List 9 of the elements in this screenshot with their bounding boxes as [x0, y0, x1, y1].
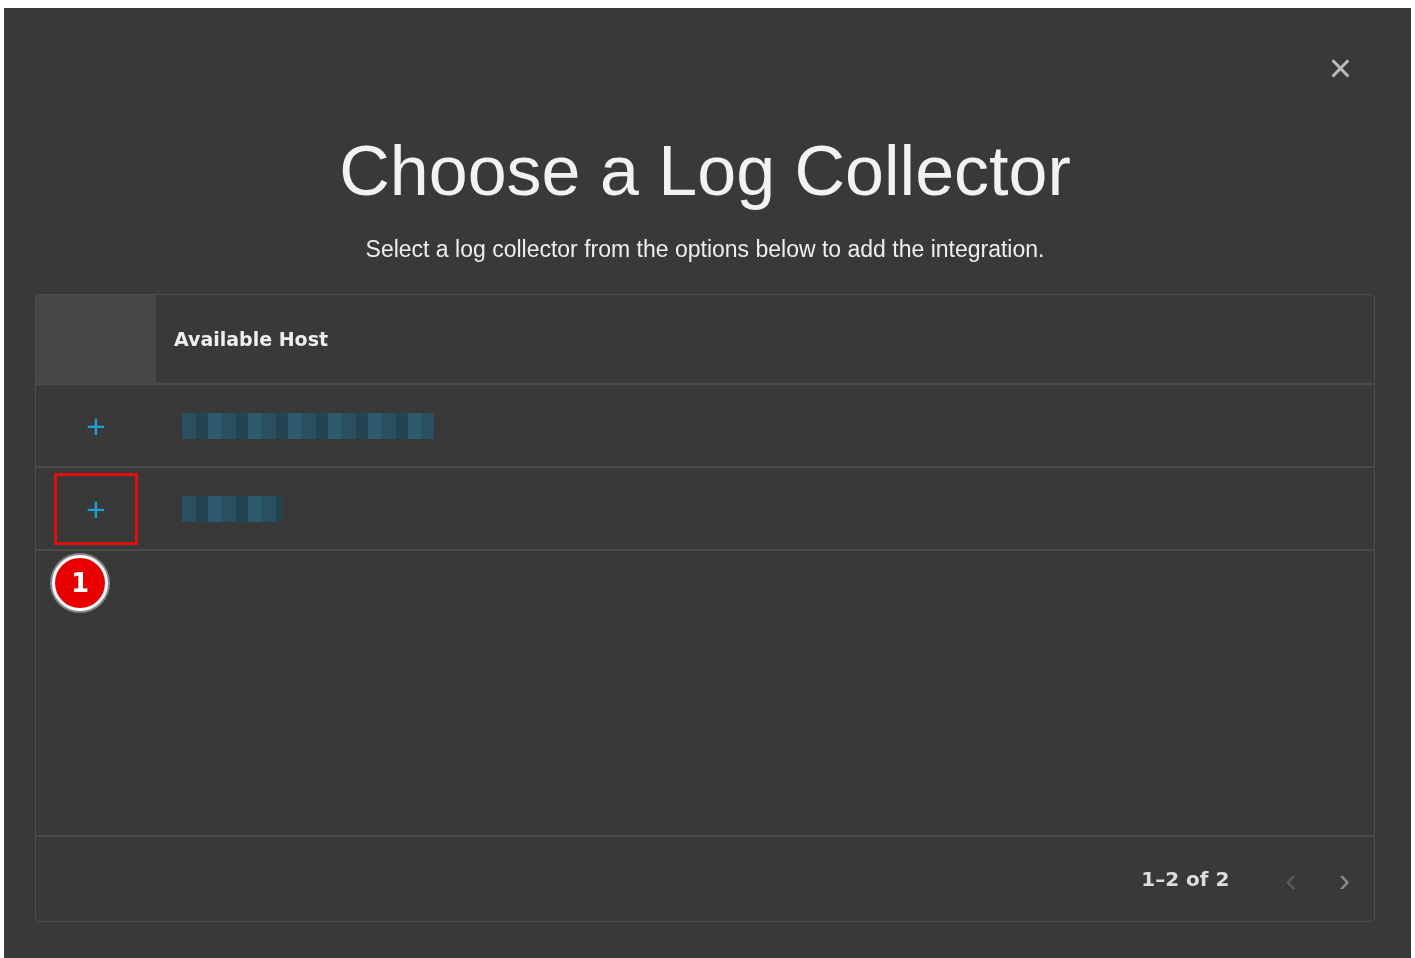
- add-button[interactable]: +: [54, 472, 138, 545]
- next-page-button[interactable]: ›: [1332, 862, 1356, 896]
- close-button[interactable]: ×: [1324, 48, 1356, 88]
- step-number-badge: 1: [52, 555, 108, 611]
- pagination-range: 1–2 of 2: [1141, 867, 1230, 891]
- dialog-title: Choose a Log Collector: [338, 131, 1072, 212]
- add-button[interactable]: +: [54, 389, 138, 462]
- dialog-subtitle: Select a log collector from the options below to add the integration.: [364, 235, 1046, 264]
- column-header: Available Host: [173, 327, 329, 352]
